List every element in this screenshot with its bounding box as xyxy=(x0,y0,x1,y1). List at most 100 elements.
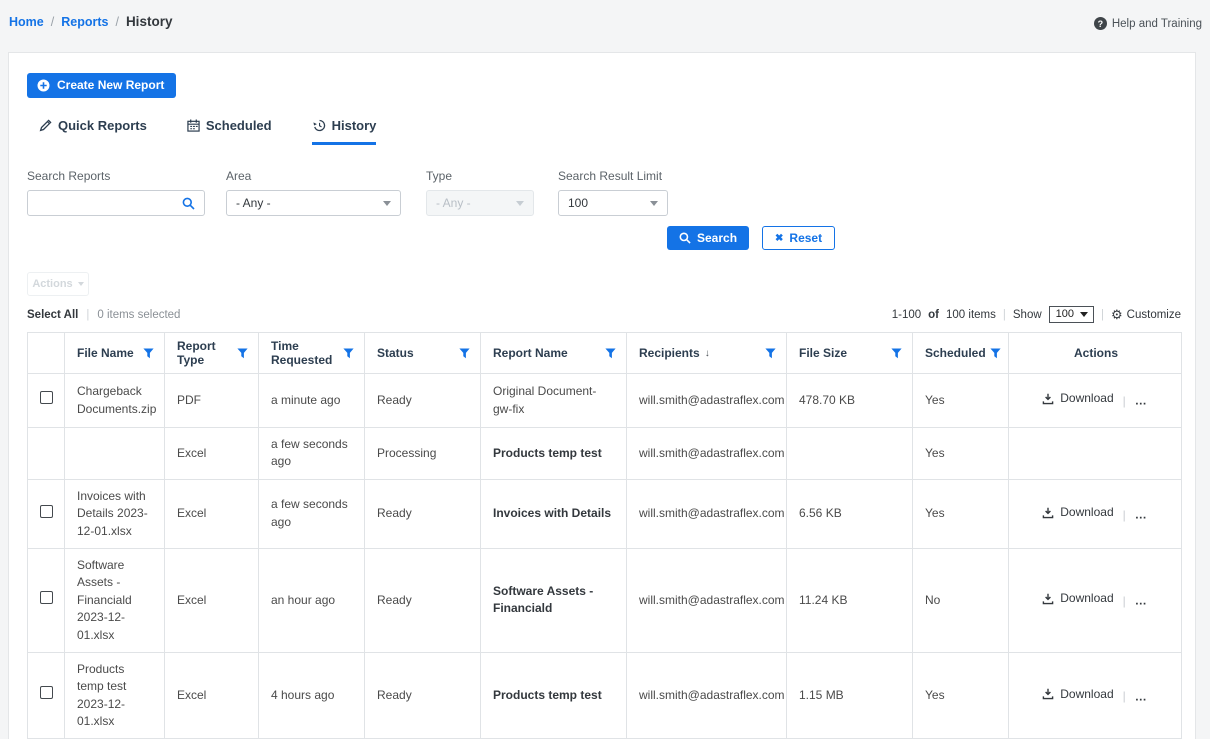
divider: | xyxy=(1101,309,1104,321)
show-per-page-select[interactable]: 100 xyxy=(1049,306,1094,323)
filter-icon[interactable] xyxy=(891,348,902,359)
cell-report-type-text: Excel xyxy=(177,593,206,607)
type-select-disabled: - Any - xyxy=(426,190,534,216)
more-actions-button[interactable]: … xyxy=(1135,394,1148,408)
download-button[interactable]: Download xyxy=(1042,590,1113,607)
area-select-value: - Any - xyxy=(236,196,271,210)
col-label: Scheduled xyxy=(925,346,986,360)
download-button[interactable]: Download xyxy=(1042,504,1113,521)
tab-scheduled[interactable]: Scheduled xyxy=(187,118,272,145)
cell-status: Ready xyxy=(365,548,481,652)
row-checkbox[interactable] xyxy=(40,686,53,699)
filter-icon[interactable] xyxy=(237,348,248,359)
area-select[interactable]: - Any - xyxy=(226,190,401,216)
filter-icon[interactable] xyxy=(143,348,154,359)
main-panel: Create New Report Quick Reports Schedule… xyxy=(8,52,1196,739)
cell-time-requested: an hour ago xyxy=(259,548,365,652)
download-label: Download xyxy=(1060,504,1113,521)
tab-quick-reports[interactable]: Quick Reports xyxy=(39,118,147,145)
col-header-report_name[interactable]: Report Name xyxy=(481,333,627,374)
table-row: Chargeback Documents.zipPDFa minute agoR… xyxy=(28,374,1182,428)
divider: | xyxy=(86,309,89,321)
row-checkbox[interactable] xyxy=(40,391,53,404)
plus-circle-icon xyxy=(37,79,50,92)
breadcrumb-reports-link[interactable]: Reports xyxy=(61,15,108,29)
help-and-training-link[interactable]: ? Help and Training xyxy=(1094,17,1202,30)
cell-checkbox xyxy=(28,428,65,480)
download-button[interactable]: Download xyxy=(1042,390,1113,407)
create-new-report-button[interactable]: Create New Report xyxy=(27,73,176,98)
cell-status: Ready xyxy=(365,374,481,428)
row-checkbox[interactable] xyxy=(40,505,53,518)
col-header-time_requested[interactable]: Time Requested xyxy=(259,333,365,374)
col-header-checkbox xyxy=(28,333,65,374)
limit-select-value: 100 xyxy=(568,196,588,210)
col-label: Status xyxy=(377,346,414,360)
table-header-row: File Name Report TypeTime Requested Status… xyxy=(28,333,1182,374)
filter-icon[interactable] xyxy=(765,348,776,359)
cell-report-type: Excel xyxy=(165,652,259,739)
more-actions-button[interactable]: … xyxy=(1135,508,1148,522)
search-reports-field xyxy=(27,190,205,216)
filter-icon[interactable] xyxy=(459,348,470,359)
gear-icon: ⚙ xyxy=(1111,308,1123,321)
row-checkbox[interactable] xyxy=(40,591,53,604)
filter-icon[interactable] xyxy=(605,348,616,359)
cell-scheduled-text: Yes xyxy=(925,393,945,407)
select-all-link[interactable]: Select All xyxy=(27,309,78,321)
cell-recipients: will.smith@adastraflex.com xyxy=(627,428,787,480)
customize-button[interactable]: ⚙ Customize xyxy=(1111,308,1181,321)
breadcrumb-home-link[interactable]: Home xyxy=(9,15,44,29)
cell-time-requested-text: a minute ago xyxy=(271,393,340,407)
col-label: File Size xyxy=(799,346,847,360)
actions-separator: | xyxy=(1123,394,1126,408)
more-actions-button[interactable]: … xyxy=(1135,594,1148,608)
cell-report-name: Software Assets - Financiald xyxy=(481,548,627,652)
filter-icon[interactable] xyxy=(990,348,1001,359)
cell-file-name-text: Invoices with Details 2023-12-01.xlsx xyxy=(77,489,148,538)
search-reports-input[interactable] xyxy=(37,195,182,211)
col-header-report_type[interactable]: Report Type xyxy=(165,333,259,374)
x-icon: ✖ xyxy=(775,233,783,244)
chevron-down-icon xyxy=(383,201,391,206)
col-label: Report Name xyxy=(493,346,568,360)
cell-recipients-text: will.smith@adastraflex.com xyxy=(639,593,785,607)
bulk-actions-button-disabled: Actions xyxy=(27,272,89,296)
col-header-file_size[interactable]: File Size xyxy=(787,333,913,374)
cell-status-text: Ready xyxy=(377,393,412,407)
cell-report-type: Excel xyxy=(165,548,259,652)
chevron-down-icon xyxy=(650,201,658,206)
col-header-actions[interactable]: Actions xyxy=(1009,333,1182,374)
cell-scheduled: Yes xyxy=(913,652,1009,739)
filter-icon[interactable] xyxy=(343,348,354,359)
search-button[interactable]: Search xyxy=(667,226,749,250)
reset-button[interactable]: ✖ Reset xyxy=(762,226,835,250)
breadcrumb-separator: / xyxy=(51,15,54,29)
magnifier-icon[interactable] xyxy=(182,197,195,210)
show-label: Show xyxy=(1013,309,1042,321)
customize-label: Customize xyxy=(1127,309,1181,321)
col-header-status[interactable]: Status xyxy=(365,333,481,374)
col-header-recipients[interactable]: Recipients↓ xyxy=(627,333,787,374)
area-label: Area xyxy=(226,169,401,183)
cell-file-name: Invoices with Details 2023-12-01.xlsx xyxy=(65,479,165,548)
col-label: File Name xyxy=(77,346,134,360)
col-header-scheduled[interactable]: Scheduled xyxy=(913,333,1009,374)
cell-report-name-text: Original Document-gw-fix xyxy=(493,384,596,415)
table-row: Invoices with Details 2023-12-01.xlsxExc… xyxy=(28,479,1182,548)
cell-actions: Download|… xyxy=(1009,479,1182,548)
help-label: Help and Training xyxy=(1112,18,1202,30)
download-button[interactable]: Download xyxy=(1042,686,1113,703)
cell-scheduled: No xyxy=(913,548,1009,652)
cell-checkbox xyxy=(28,652,65,739)
tab-history[interactable]: History xyxy=(312,118,377,145)
more-actions-button[interactable]: … xyxy=(1135,689,1148,703)
cell-scheduled: Yes xyxy=(913,428,1009,480)
cell-time-requested-text: 4 hours ago xyxy=(271,688,334,702)
cell-file-size-text: 6.56 KB xyxy=(799,506,842,520)
selected-count: 0 items selected xyxy=(97,309,180,321)
cell-actions xyxy=(1009,428,1182,480)
cell-report-name: Products temp test xyxy=(481,652,627,739)
search-result-limit-select[interactable]: 100 xyxy=(558,190,668,216)
col-header-file_name[interactable]: File Name xyxy=(65,333,165,374)
